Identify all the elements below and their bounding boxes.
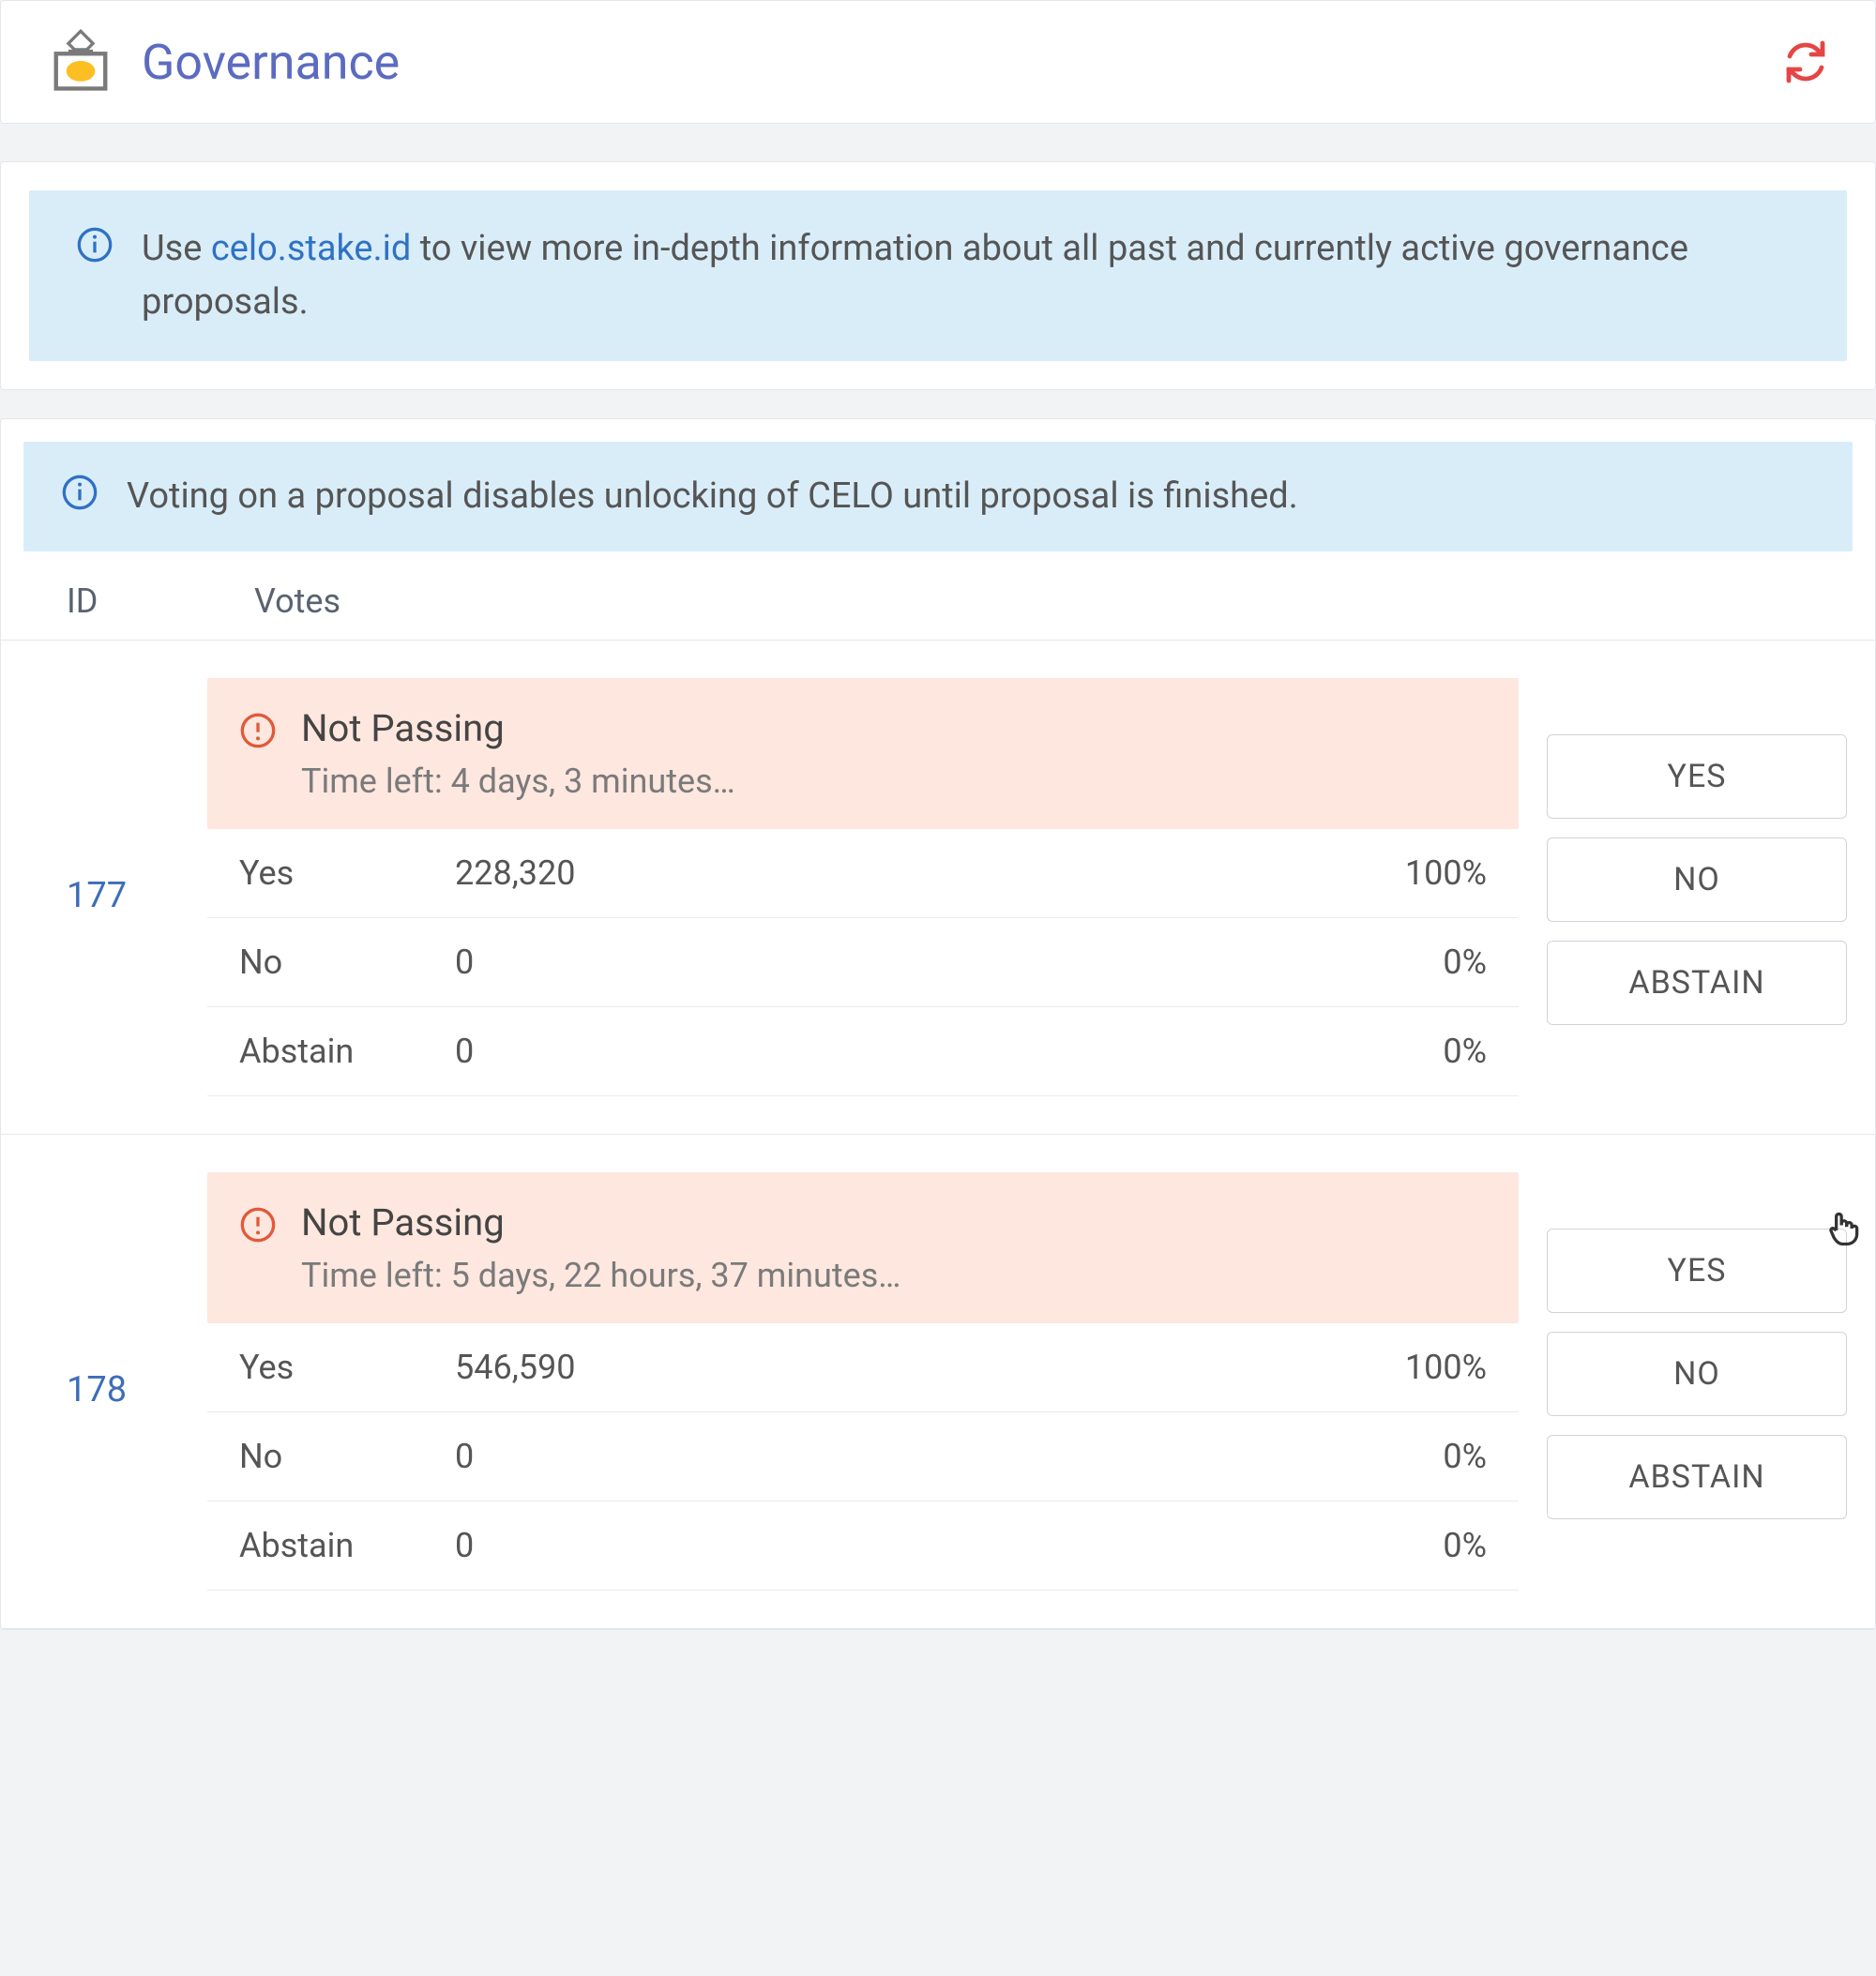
page-title: Governance (142, 34, 400, 91)
proposal-row: 177 Not Passing Time left: 4 days, 3 min… (1, 641, 1875, 1135)
vote-count: 0 (455, 943, 1346, 982)
vote-line-abstain: Abstain 0 0% (207, 1007, 1519, 1096)
proposal-row: 178 Not Passing Time left: 5 days, 22 ho… (1, 1135, 1875, 1629)
vote-line-no: No 0 0% (207, 918, 1519, 1007)
info-card-1: Use celo.stake.id to view more in-depth … (0, 161, 1876, 390)
vote-pct: 0% (1346, 1526, 1487, 1565)
vote-line-abstain: Abstain 0 0% (207, 1501, 1519, 1591)
vote-label: No (239, 943, 455, 982)
proposal-votes-block: Not Passing Time left: 5 days, 22 hours,… (207, 1172, 1519, 1591)
vote-pct: 0% (1346, 1032, 1487, 1071)
proposals-card: Voting on a proposal disables unlocking … (0, 418, 1876, 1630)
vote-line-yes: Yes 546,590 100% (207, 1323, 1519, 1412)
col-header-votes: Votes (254, 581, 340, 621)
vote-abstain-button[interactable]: ABSTAIN (1547, 1435, 1847, 1519)
vote-pct: 0% (1346, 1437, 1487, 1476)
vote-label: Yes (239, 1348, 455, 1387)
col-header-id: ID (67, 581, 179, 621)
vote-label: Abstain (239, 1032, 455, 1071)
info-banner-link: Use celo.stake.id to view more in-depth … (29, 190, 1847, 361)
info-link[interactable]: celo.stake.id (211, 228, 411, 269)
vote-count: 0 (455, 1437, 1346, 1476)
vote-label: Abstain (239, 1526, 455, 1565)
info-prefix: Use (142, 228, 211, 269)
vote-abstain-button[interactable]: ABSTAIN (1547, 941, 1847, 1025)
status-timeleft: Time left: 5 days, 22 hours, 37 minutes… (301, 1256, 900, 1295)
ballot-box-icon (48, 29, 113, 95)
vote-count: 0 (455, 1032, 1346, 1071)
vote-label: No (239, 1437, 455, 1476)
info-text-2: Voting on a proposal disables unlocking … (127, 470, 1298, 523)
vote-yes-button[interactable]: YES (1547, 734, 1847, 819)
table-header: ID Votes (1, 563, 1875, 641)
proposal-id[interactable]: 177 (67, 678, 179, 916)
vote-count: 0 (455, 1526, 1346, 1565)
info-icon (76, 226, 113, 264)
vote-yes-button[interactable]: YES (1547, 1229, 1847, 1313)
vote-pct: 0% (1346, 943, 1487, 982)
vote-count: 546,590 (455, 1348, 1346, 1387)
proposal-status-box: Not Passing Time left: 5 days, 22 hours,… (207, 1172, 1519, 1323)
vote-no-button[interactable]: NO (1547, 1332, 1847, 1416)
warning-icon (239, 1206, 277, 1244)
info-text-1: Use celo.stake.id to view more in-depth … (142, 222, 1800, 329)
status-timeleft: Time left: 4 days, 3 minutes… (301, 762, 735, 801)
status-text: Not Passing Time left: 4 days, 3 minutes… (301, 706, 735, 801)
refresh-icon[interactable] (1783, 39, 1828, 84)
status-title: Not Passing (301, 1200, 900, 1244)
proposal-actions: YES NO ABSTAIN (1547, 1172, 1847, 1519)
vote-line-no: No 0 0% (207, 1412, 1519, 1501)
proposal-status-box: Not Passing Time left: 4 days, 3 minutes… (207, 678, 1519, 829)
proposal-votes-block: Not Passing Time left: 4 days, 3 minutes… (207, 678, 1519, 1096)
proposal-actions: YES NO ABSTAIN (1547, 678, 1847, 1025)
vote-no-button[interactable]: NO (1547, 837, 1847, 922)
info-icon (61, 474, 98, 511)
warning-icon (239, 712, 277, 749)
vote-label: Yes (239, 853, 455, 893)
status-title: Not Passing (301, 706, 735, 750)
vote-pct: 100% (1346, 853, 1487, 893)
vote-count: 228,320 (455, 853, 1346, 893)
header-left: Governance (48, 29, 400, 95)
info-banner-voting: Voting on a proposal disables unlocking … (23, 442, 1853, 551)
proposal-id[interactable]: 178 (67, 1172, 179, 1410)
status-text: Not Passing Time left: 5 days, 22 hours,… (301, 1200, 900, 1295)
vote-line-yes: Yes 228,320 100% (207, 829, 1519, 918)
vote-pct: 100% (1346, 1348, 1487, 1387)
header-card: Governance (0, 0, 1876, 124)
